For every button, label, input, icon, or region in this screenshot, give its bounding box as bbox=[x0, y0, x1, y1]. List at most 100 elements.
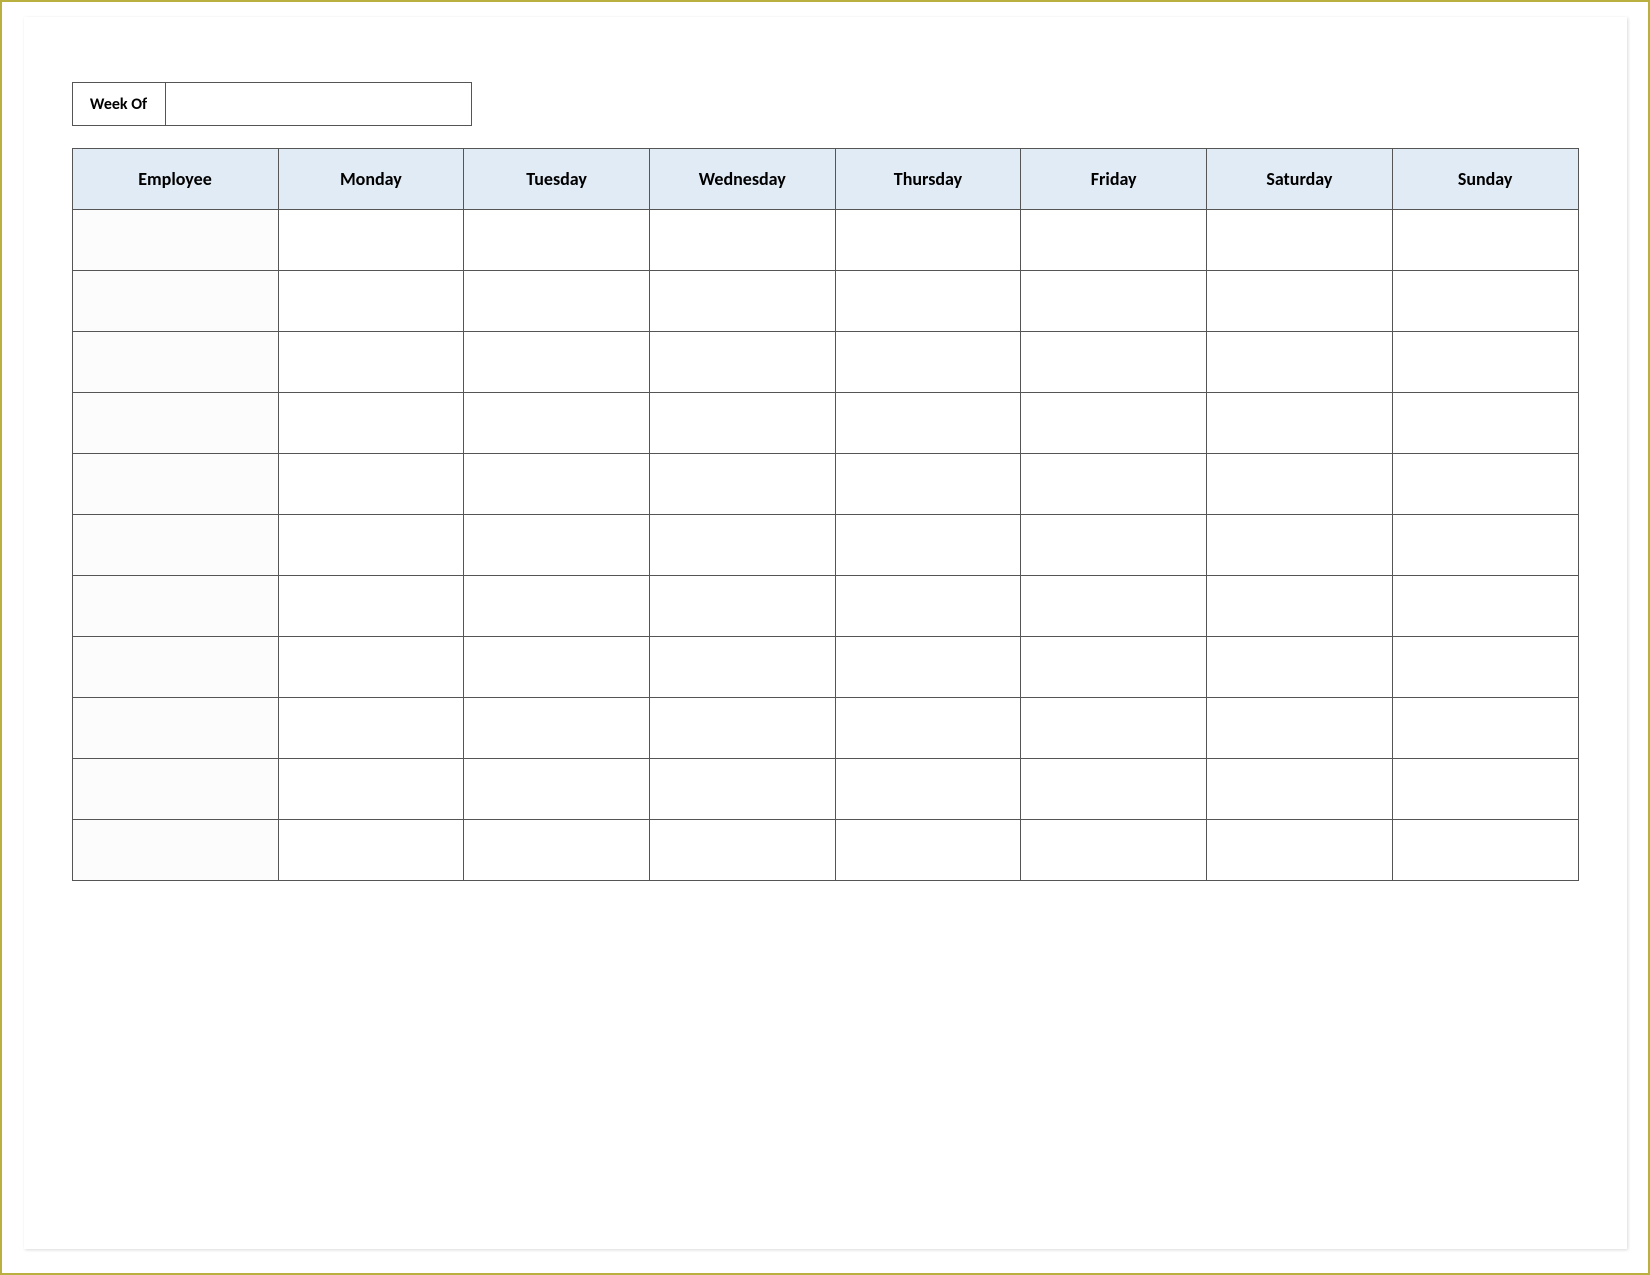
saturday-cell[interactable] bbox=[1207, 759, 1393, 820]
wednesday-cell[interactable] bbox=[649, 454, 835, 515]
sunday-cell[interactable] bbox=[1392, 332, 1578, 393]
friday-cell[interactable] bbox=[1021, 698, 1207, 759]
sunday-cell[interactable] bbox=[1392, 759, 1578, 820]
thursday-cell[interactable] bbox=[835, 271, 1021, 332]
thursday-cell[interactable] bbox=[835, 637, 1021, 698]
sunday-cell[interactable] bbox=[1392, 393, 1578, 454]
wednesday-cell[interactable] bbox=[649, 210, 835, 271]
saturday-header: Saturday bbox=[1207, 149, 1393, 210]
tuesday-cell[interactable] bbox=[464, 820, 650, 881]
employee-cell[interactable] bbox=[72, 393, 278, 454]
monday-cell[interactable] bbox=[278, 820, 464, 881]
tuesday-header: Tuesday bbox=[464, 149, 650, 210]
table-header-row: Employee Monday Tuesday Wednesday Thursd… bbox=[72, 149, 1578, 210]
sunday-cell[interactable] bbox=[1392, 271, 1578, 332]
wednesday-cell[interactable] bbox=[649, 637, 835, 698]
employee-cell[interactable] bbox=[72, 454, 278, 515]
friday-cell[interactable] bbox=[1021, 637, 1207, 698]
saturday-cell[interactable] bbox=[1207, 271, 1393, 332]
saturday-cell[interactable] bbox=[1207, 515, 1393, 576]
saturday-cell[interactable] bbox=[1207, 454, 1393, 515]
week-of-input[interactable] bbox=[166, 83, 471, 125]
table-row bbox=[72, 759, 1578, 820]
friday-cell[interactable] bbox=[1021, 515, 1207, 576]
tuesday-cell[interactable] bbox=[464, 759, 650, 820]
thursday-cell[interactable] bbox=[835, 698, 1021, 759]
tuesday-cell[interactable] bbox=[464, 271, 650, 332]
friday-cell[interactable] bbox=[1021, 576, 1207, 637]
tuesday-cell[interactable] bbox=[464, 210, 650, 271]
wednesday-cell[interactable] bbox=[649, 393, 835, 454]
friday-cell[interactable] bbox=[1021, 393, 1207, 454]
sunday-cell[interactable] bbox=[1392, 454, 1578, 515]
wednesday-cell[interactable] bbox=[649, 515, 835, 576]
monday-cell[interactable] bbox=[278, 576, 464, 637]
thursday-cell[interactable] bbox=[835, 820, 1021, 881]
monday-cell[interactable] bbox=[278, 637, 464, 698]
friday-cell[interactable] bbox=[1021, 271, 1207, 332]
friday-cell[interactable] bbox=[1021, 454, 1207, 515]
monday-cell[interactable] bbox=[278, 698, 464, 759]
wednesday-header: Wednesday bbox=[649, 149, 835, 210]
saturday-cell[interactable] bbox=[1207, 820, 1393, 881]
thursday-cell[interactable] bbox=[835, 515, 1021, 576]
monday-cell[interactable] bbox=[278, 515, 464, 576]
employee-cell[interactable] bbox=[72, 759, 278, 820]
saturday-cell[interactable] bbox=[1207, 576, 1393, 637]
monday-cell[interactable] bbox=[278, 332, 464, 393]
friday-cell[interactable] bbox=[1021, 820, 1207, 881]
employee-cell[interactable] bbox=[72, 515, 278, 576]
sunday-cell[interactable] bbox=[1392, 515, 1578, 576]
sunday-cell[interactable] bbox=[1392, 637, 1578, 698]
wednesday-cell[interactable] bbox=[649, 332, 835, 393]
employee-cell[interactable] bbox=[72, 271, 278, 332]
table-row bbox=[72, 698, 1578, 759]
wednesday-cell[interactable] bbox=[649, 759, 835, 820]
sunday-cell[interactable] bbox=[1392, 698, 1578, 759]
monday-cell[interactable] bbox=[278, 759, 464, 820]
saturday-cell[interactable] bbox=[1207, 210, 1393, 271]
monday-cell[interactable] bbox=[278, 210, 464, 271]
tuesday-cell[interactable] bbox=[464, 454, 650, 515]
tuesday-cell[interactable] bbox=[464, 576, 650, 637]
tuesday-cell[interactable] bbox=[464, 393, 650, 454]
employee-cell[interactable] bbox=[72, 210, 278, 271]
wednesday-cell[interactable] bbox=[649, 820, 835, 881]
thursday-cell[interactable] bbox=[835, 332, 1021, 393]
table-row bbox=[72, 576, 1578, 637]
monday-cell[interactable] bbox=[278, 454, 464, 515]
thursday-cell[interactable] bbox=[835, 759, 1021, 820]
wednesday-cell[interactable] bbox=[649, 271, 835, 332]
sunday-cell[interactable] bbox=[1392, 820, 1578, 881]
monday-cell[interactable] bbox=[278, 393, 464, 454]
wednesday-cell[interactable] bbox=[649, 576, 835, 637]
friday-cell[interactable] bbox=[1021, 210, 1207, 271]
friday-header: Friday bbox=[1021, 149, 1207, 210]
saturday-cell[interactable] bbox=[1207, 698, 1393, 759]
employee-cell[interactable] bbox=[72, 576, 278, 637]
monday-cell[interactable] bbox=[278, 271, 464, 332]
tuesday-cell[interactable] bbox=[464, 637, 650, 698]
friday-cell[interactable] bbox=[1021, 759, 1207, 820]
table-row bbox=[72, 332, 1578, 393]
saturday-cell[interactable] bbox=[1207, 637, 1393, 698]
employee-cell[interactable] bbox=[72, 820, 278, 881]
thursday-cell[interactable] bbox=[835, 576, 1021, 637]
sunday-cell[interactable] bbox=[1392, 576, 1578, 637]
sunday-cell[interactable] bbox=[1392, 210, 1578, 271]
thursday-cell[interactable] bbox=[835, 393, 1021, 454]
employee-cell[interactable] bbox=[72, 332, 278, 393]
employee-cell[interactable] bbox=[72, 698, 278, 759]
table-row bbox=[72, 820, 1578, 881]
thursday-cell[interactable] bbox=[835, 210, 1021, 271]
table-row bbox=[72, 393, 1578, 454]
tuesday-cell[interactable] bbox=[464, 698, 650, 759]
saturday-cell[interactable] bbox=[1207, 393, 1393, 454]
saturday-cell[interactable] bbox=[1207, 332, 1393, 393]
tuesday-cell[interactable] bbox=[464, 332, 650, 393]
friday-cell[interactable] bbox=[1021, 332, 1207, 393]
wednesday-cell[interactable] bbox=[649, 698, 835, 759]
thursday-cell[interactable] bbox=[835, 454, 1021, 515]
tuesday-cell[interactable] bbox=[464, 515, 650, 576]
employee-cell[interactable] bbox=[72, 637, 278, 698]
